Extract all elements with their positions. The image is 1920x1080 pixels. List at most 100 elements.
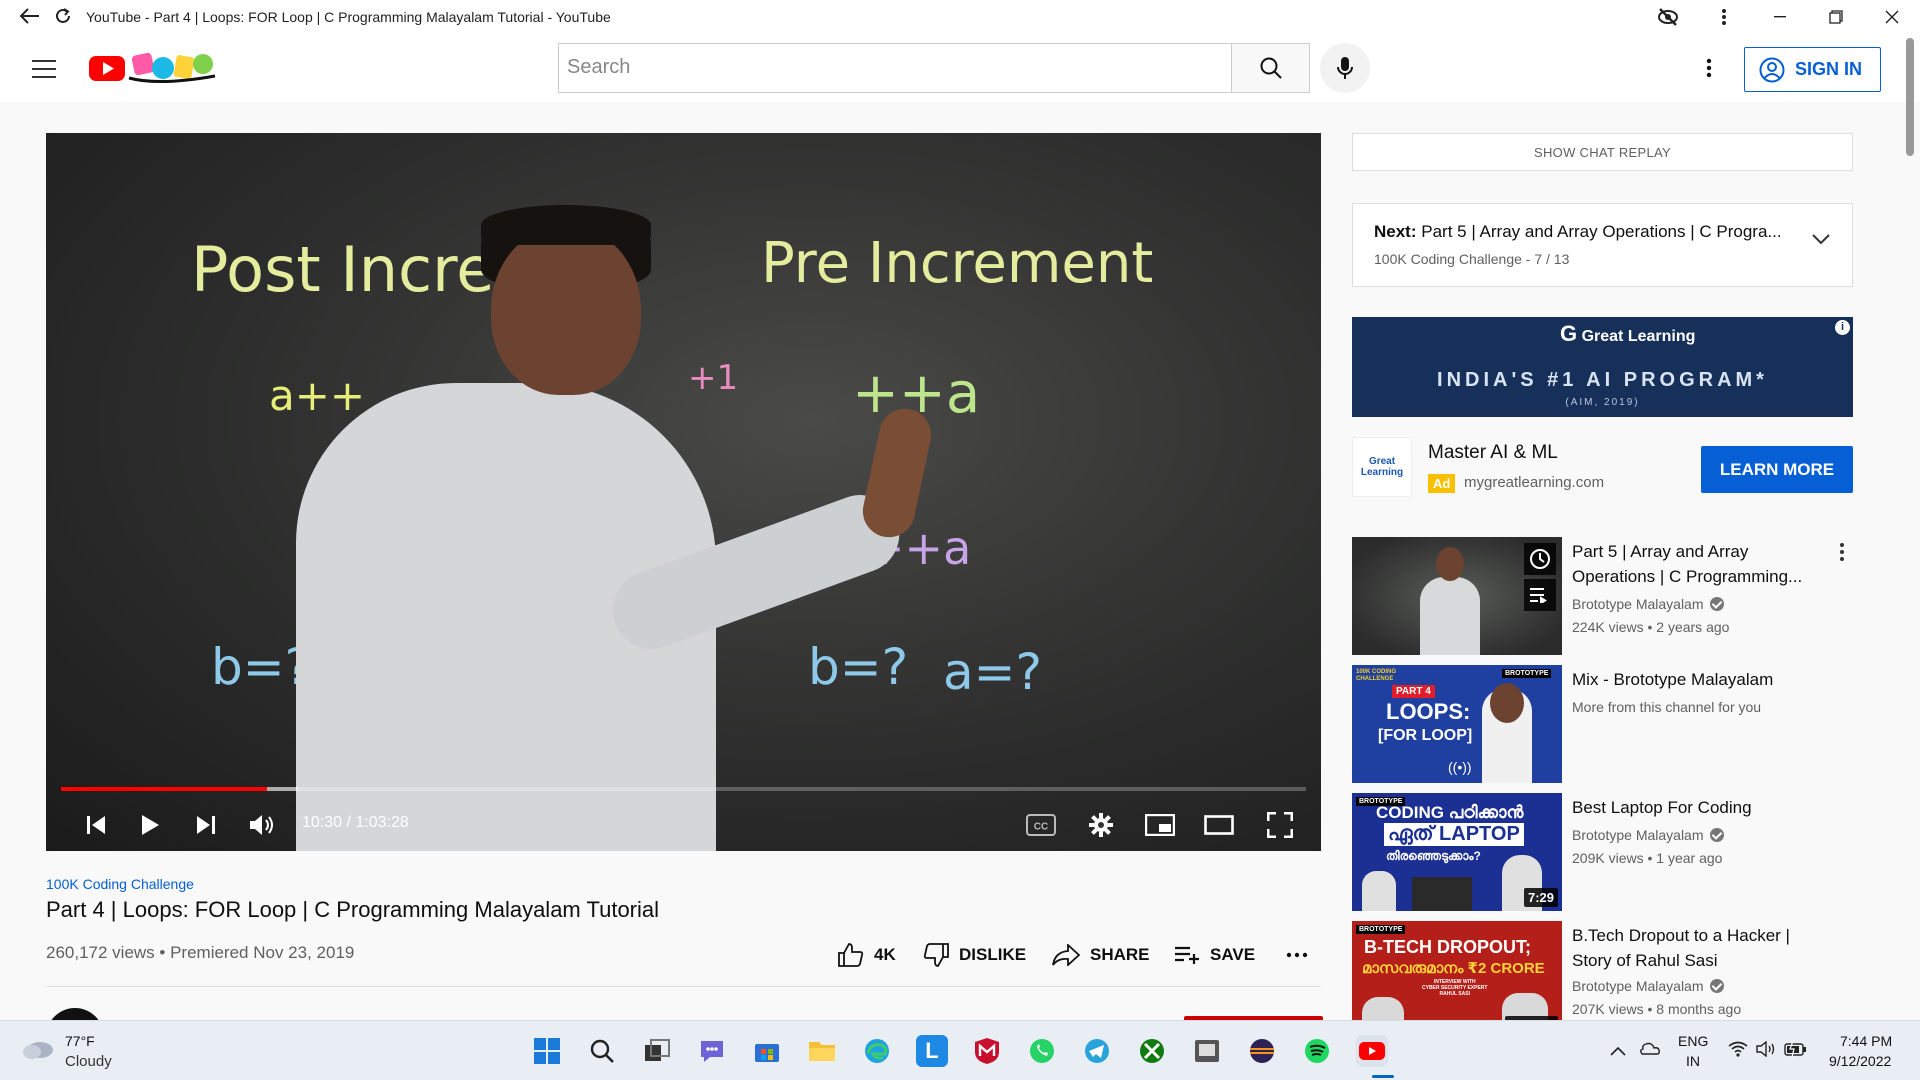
file-explorer-icon[interactable]	[806, 1035, 838, 1067]
active-app-indicator	[1372, 1075, 1394, 1078]
recommendation-channel: Brototype Malayalam	[1572, 827, 1724, 843]
miniplayer-icon	[1145, 813, 1175, 836]
ad-info-icon[interactable]: i	[1835, 320, 1850, 335]
settings-more-icon[interactable]	[1695, 54, 1723, 82]
spotify-icon[interactable]	[1301, 1035, 1333, 1067]
xbox-icon[interactable]	[1136, 1035, 1168, 1067]
recommendation-item[interactable]: BROTOTYPE CODING പഠിക്കാൻ ഏത് LAPTOP തിര…	[1352, 793, 1912, 911]
more-actions-button[interactable]	[1286, 940, 1308, 970]
battery-charging-icon[interactable]	[1784, 1040, 1808, 1063]
browser-menu-icon[interactable]	[1696, 0, 1752, 34]
ad-advertiser-logo[interactable]: Great Learning	[1352, 437, 1412, 497]
recommendation-channel: Brototype Malayalam	[1572, 978, 1724, 994]
video-thumbnail[interactable]: BROTOTYPE CODING പഠിക്കാൻ ഏത് LAPTOP തിര…	[1352, 793, 1562, 911]
video-player[interactable]: Post Increme Pre Increment a++ ++a +1 b …	[46, 133, 1321, 851]
search-input[interactable]: Search	[558, 43, 1232, 93]
share-button[interactable]: SHARE	[1052, 940, 1150, 970]
clock-icon[interactable]	[1524, 543, 1556, 575]
weather-temperature[interactable]: 77°F	[65, 1033, 95, 1049]
chevron-up-icon[interactable]	[1610, 1043, 1626, 1061]
recommendation-channel: More from this channel for you	[1572, 699, 1761, 715]
gear-icon	[1089, 812, 1113, 837]
search-icon	[1260, 57, 1282, 79]
volume-button[interactable]	[242, 798, 282, 851]
miniplayer-button[interactable]	[1140, 798, 1180, 851]
teams-chat-icon[interactable]	[696, 1035, 728, 1067]
thumb-text-name-line: RAHUL SASI	[1439, 991, 1470, 997]
search-button[interactable]	[1231, 43, 1310, 93]
thumb-text-loops: LOOPS:	[1386, 699, 1471, 724]
microsoft-store-icon[interactable]	[751, 1035, 783, 1067]
voice-search-button[interactable]	[1320, 43, 1370, 93]
channel-name: Brototype Malayalam	[1572, 978, 1704, 994]
microphone-icon	[1337, 57, 1353, 79]
language-indicator[interactable]: ENG	[1678, 1033, 1708, 1049]
speaker-icon[interactable]	[1756, 1040, 1776, 1062]
like-button[interactable]: 4K	[838, 940, 896, 970]
recommendation-title: Mix - Brototype Malayalam	[1572, 670, 1774, 689]
previous-button[interactable]	[76, 798, 116, 851]
progress-bar[interactable]	[61, 787, 1306, 791]
back-arrow-icon[interactable]	[19, 7, 40, 27]
weather-description[interactable]: Cloudy	[65, 1053, 112, 1070]
mcafee-icon[interactable]	[971, 1035, 1003, 1067]
next-button[interactable]	[186, 798, 226, 851]
chevron-down-icon[interactable]	[1811, 232, 1831, 250]
sign-in-button[interactable]: SIGN IN	[1744, 47, 1881, 92]
youtube-app-icon[interactable]	[1356, 1035, 1388, 1067]
dislike-button[interactable]: DISLIKE	[923, 940, 1026, 970]
save-button[interactable]: SAVE	[1174, 940, 1255, 970]
video-thumbnail[interactable]	[1352, 537, 1562, 655]
clock-time[interactable]: 7:44 PM	[1840, 1033, 1892, 1049]
ad-title[interactable]: Master AI & ML	[1428, 442, 1558, 464]
play-button[interactable]	[130, 798, 170, 851]
next-video-title: Next: Part 5 | Array and Array Operation…	[1374, 222, 1782, 242]
thumb-text-income: മാസവരുമാനം ₹2 CRORE	[1362, 960, 1545, 977]
svg-text:CC: CC	[1034, 821, 1048, 832]
up-next-panel[interactable]: Next: Part 5 | Array and Array Operation…	[1352, 203, 1853, 287]
next-title-text: Part 5 | Array and Array Operations | C …	[1421, 222, 1782, 241]
more-options-icon[interactable]	[1832, 539, 1852, 565]
windows-start-icon[interactable]	[531, 1035, 563, 1067]
system-app-icon[interactable]	[1191, 1035, 1223, 1067]
eclipse-icon[interactable]	[1246, 1035, 1278, 1067]
fullscreen-button[interactable]	[1260, 798, 1300, 851]
video-meta: 260,172 views • Premiered Nov 23, 2019	[46, 943, 355, 962]
sign-in-label: SIGN IN	[1795, 59, 1863, 79]
captions-button[interactable]: CC	[1021, 798, 1061, 851]
close-icon[interactable]	[1864, 0, 1920, 34]
ad-banner[interactable]: G Great Learning INDIA'S #1 AI PROGRAM* …	[1352, 317, 1853, 417]
restore-icon[interactable]	[1808, 0, 1864, 34]
telegram-icon[interactable]	[1081, 1035, 1113, 1067]
info-divider	[46, 986, 1321, 987]
whatsapp-icon[interactable]	[1026, 1035, 1058, 1067]
youtube-doodle-logo[interactable]	[89, 48, 219, 88]
video-thumbnail[interactable]: 100K CODING CHALLENGE BROTOTYPE PART 4 L…	[1352, 665, 1562, 783]
chalk-text-plus-one: +1	[688, 358, 739, 398]
cloudy-weather-icon[interactable]	[20, 1035, 56, 1066]
eye-off-icon[interactable]	[1640, 0, 1696, 34]
clock-date[interactable]: 9/12/2022	[1829, 1053, 1891, 1069]
onedrive-icon[interactable]	[1638, 1041, 1660, 1060]
reload-icon[interactable]	[54, 7, 72, 28]
app-l-icon[interactable]: L	[916, 1035, 948, 1067]
add-to-queue-icon[interactable]	[1524, 579, 1556, 611]
hamburger-menu-icon[interactable]	[30, 56, 58, 78]
playlist-link[interactable]: 100K Coding Challenge	[46, 876, 194, 892]
search-icon[interactable]	[586, 1035, 618, 1067]
video-title: Part 4 | Loops: FOR Loop | C Programming…	[46, 897, 660, 922]
region-indicator[interactable]: IN	[1686, 1053, 1700, 1069]
recommendation-item[interactable]: 100K CODING CHALLENGE BROTOTYPE PART 4 L…	[1352, 665, 1912, 783]
page-scrollbar[interactable]	[1906, 38, 1914, 156]
edge-browser-icon[interactable]	[861, 1035, 893, 1067]
wifi-icon[interactable]	[1728, 1041, 1748, 1062]
video-duration: 7:29	[1523, 888, 1558, 907]
theater-mode-button[interactable]	[1199, 798, 1239, 851]
learn-more-button[interactable]: LEARN MORE	[1701, 446, 1853, 493]
broadcast-icon: ((•))	[1448, 759, 1472, 775]
show-chat-replay-button[interactable]: SHOW CHAT REPLAY	[1352, 133, 1853, 171]
task-view-icon[interactable]	[641, 1035, 673, 1067]
settings-button[interactable]	[1081, 798, 1121, 851]
recommendation-item[interactable]: Part 5 | Array and Array Operations | C …	[1352, 537, 1912, 655]
minimize-icon[interactable]	[1752, 0, 1808, 34]
